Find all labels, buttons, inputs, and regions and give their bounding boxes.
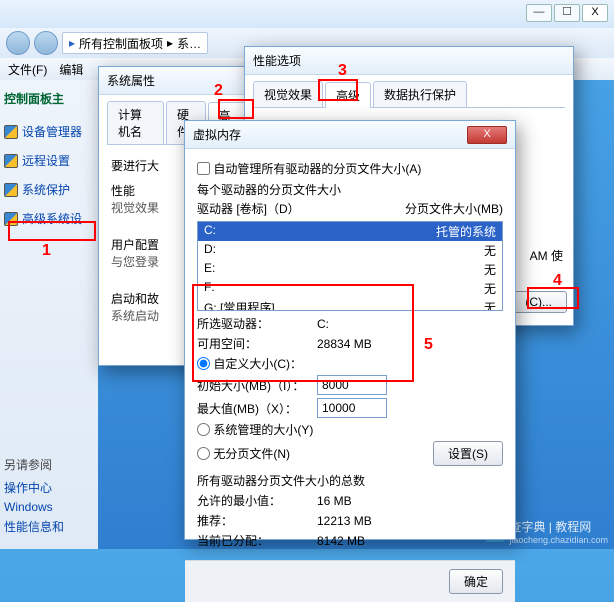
outer-titlebar: — ☐ X [0,0,614,28]
vmem-footer: 确定 [185,560,515,602]
seealso-action-center[interactable]: 操作中心 [4,479,94,496]
rec-label: 推荐： [197,512,317,529]
drive-row-f[interactable]: F:无 [198,279,502,298]
shield-icon [4,212,18,226]
seealso-perf-info[interactable]: 性能信息和 [4,518,94,535]
selected-drive-value: C: [317,317,329,331]
rec-value: 12213 MB [317,514,372,528]
sidebar-item-protection[interactable]: 系统保护 [4,181,94,198]
tab-perf-advanced[interactable]: 高级 [325,82,371,108]
system-managed-radio[interactable]: 系统管理的大小(Y) [197,421,503,438]
set-button[interactable]: 设置(S) [433,441,503,466]
totals-title: 所有驱动器分页文件大小的总数 [197,472,503,489]
breadcrumb[interactable]: ▸ 所有控制面板项 ▸ 系… [62,32,208,54]
drive-row-g[interactable]: G: [常用程序]无 [198,298,502,311]
perfopts-tabs: 视觉效果 高级 数据执行保护 [253,81,565,108]
auto-manage-checkbox[interactable]: 自动管理所有驱动器的分页文件大小(A) [197,160,503,177]
vmem-titlebar: 虚拟内存 X [185,121,515,149]
seealso: 另请参阅 操作中心 Windows 性能信息和 [4,456,94,539]
menu-file[interactable]: 文件(F) [8,61,47,78]
tab-computer-name[interactable]: 计算机名 [107,101,164,144]
back-icon[interactable] [6,31,30,55]
shield-icon [4,183,18,197]
virtual-memory-dialog: 虚拟内存 X 自动管理所有驱动器的分页文件大小(A) 每个驱动器的分页文件大小 … [184,120,516,540]
crumb-all: 所有控制面板项 [79,35,163,52]
available-space-value: 28834 MB [317,337,372,351]
sidebar-item-remote[interactable]: 远程设置 [4,152,94,169]
min-value: 16 MB [317,494,352,508]
perfopts-titlebar: 性能选项 [245,47,573,75]
selected-drive-label: 所选驱动器： [197,315,317,332]
seealso-windows[interactable]: Windows [4,500,94,514]
drive-list[interactable]: C:托管的系统 D:无 E:无 F:无 G: [常用程序]无 [197,221,503,311]
sidebar-item-device-manager[interactable]: 设备管理器 [4,123,94,140]
marker-5: 5 [424,336,433,354]
shield-icon [4,125,18,139]
marker-2: 2 [214,82,223,100]
drive-row-c[interactable]: C:托管的系统 [198,222,502,241]
sidebar-item-advanced[interactable]: 高级系统设 [4,210,94,227]
vmem-body: 自动管理所有驱动器的分页文件大小(A) 每个驱动器的分页文件大小 驱动器 [卷标… [185,149,515,560]
each-drive-label: 每个驱动器的分页文件大小 [197,181,503,198]
initial-size-label: 初始大小(MB)（I）： [197,377,317,394]
marker-4: 4 [553,272,562,290]
drive-row-e[interactable]: E:无 [198,260,502,279]
no-paging-radio[interactable]: 无分页文件(N) [197,445,290,462]
min-label: 允许的最小值： [197,492,317,509]
custom-size-radio[interactable]: 自定义大小(C)： [197,355,503,372]
maximize-button[interactable]: ☐ [554,4,580,22]
marker-1: 1 [42,242,51,260]
ram-text: AM 使 [530,247,563,264]
sysprops-titlebar: 系统属性 [99,67,257,95]
max-size-input[interactable] [317,398,387,418]
change-button[interactable]: (C)... [510,291,567,313]
close-icon[interactable]: X [467,126,507,144]
crumb-system: 系… [177,35,201,52]
vmem-title: 虚拟内存 [193,126,241,143]
shield-icon [4,154,18,168]
col-size: 分页文件大小(MB) [405,200,503,217]
close-button[interactable]: X [582,4,608,22]
tab-visual-effects[interactable]: 视觉效果 [253,81,323,107]
seealso-title: 另请参阅 [4,456,94,473]
menu-edit[interactable]: 编辑 [59,61,83,78]
sidebar-header: 控制面板主 [4,90,94,107]
cur-value: 8142 MB [317,534,365,548]
cur-label: 当前已分配： [197,532,317,549]
initial-size-input[interactable] [317,375,387,395]
sidebar: 控制面板主 设备管理器 远程设置 系统保护 高级系统设 另请参阅 操作中心 Wi… [0,80,98,549]
col-drive: 驱动器 [卷标]（D） [197,200,300,217]
tab-dep[interactable]: 数据执行保护 [373,81,467,107]
minimize-button[interactable]: — [526,4,552,22]
drive-row-d[interactable]: D:无 [198,241,502,260]
ok-button[interactable]: 确定 [449,569,503,594]
forward-icon[interactable] [34,31,58,55]
max-size-label: 最大值(MB)（X）： [197,400,317,417]
available-space-label: 可用空间： [197,335,317,352]
marker-3: 3 [338,62,347,80]
